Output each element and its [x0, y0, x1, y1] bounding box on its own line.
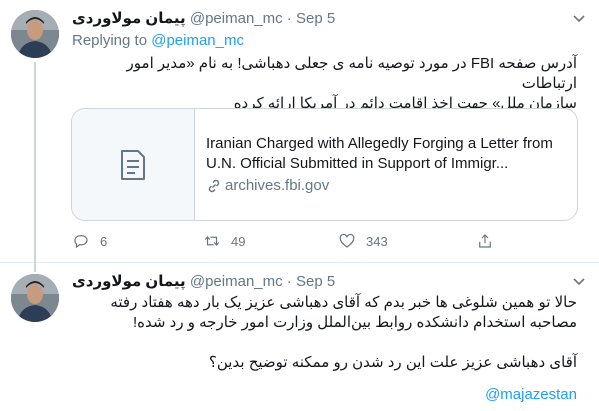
- card-thumbnail: [72, 109, 195, 220]
- heart-icon: [339, 233, 355, 248]
- avatar-image: [11, 274, 59, 322]
- retweet-button[interactable]: 49: [203, 232, 245, 250]
- handle[interactable]: @peiman_mc: [190, 10, 283, 27]
- reply-icon: [74, 235, 88, 249]
- link-icon: [208, 179, 220, 193]
- like-count: 343: [366, 233, 388, 249]
- replying-to: Replying to @peiman_mc: [72, 32, 244, 49]
- share-icon: [479, 234, 491, 248]
- card-domain-row: archives.fbi.gov: [206, 176, 567, 196]
- chevron-down-icon[interactable]: [571, 10, 587, 26]
- avatar[interactable]: [11, 10, 59, 58]
- chevron-down-icon[interactable]: [571, 273, 587, 289]
- separator-dot: ·: [286, 273, 292, 290]
- tweet-text-line: آدرس صفحه FBI در مورد توصیه نامه ی جعلی …: [126, 55, 577, 92]
- like-button[interactable]: 343: [338, 232, 388, 250]
- display-name[interactable]: پیمان مولاوردی: [72, 273, 186, 290]
- tweet[interactable]: پیمان مولاوردی @peiman_mc · Sep 5 حالا ت…: [0, 263, 599, 411]
- document-icon: [121, 149, 145, 180]
- tweet[interactable]: پیمان مولاوردی @peiman_mc · Sep 5 Replyi…: [0, 0, 599, 263]
- retweet-icon: [204, 235, 220, 247]
- mention-link[interactable]: @majazestan: [485, 386, 577, 403]
- timestamp[interactable]: Sep 5: [296, 10, 335, 27]
- tweet-actions: 6 49 343: [72, 232, 512, 252]
- avatar-image: [11, 10, 59, 58]
- tweet-text: حالا تو همین شلوغی ها خبر بدم که آقای ده…: [72, 293, 577, 373]
- tweet-header: پیمان مولاوردی @peiman_mc · Sep 5: [72, 10, 565, 28]
- display-name[interactable]: پیمان مولاوردی: [72, 10, 186, 27]
- replying-to-handle[interactable]: @peiman_mc: [151, 32, 244, 49]
- avatar[interactable]: [11, 274, 59, 322]
- timestamp[interactable]: Sep 5: [296, 273, 335, 290]
- retweet-count: 49: [231, 233, 246, 249]
- tweet-text-line: آقای دهباشی عزیز علت این رد شدن رو ممکنه…: [208, 354, 577, 371]
- tweet-text-line: مصاحبه استخدام دانشکده روابط بین‌الملل و…: [133, 314, 577, 331]
- tweet-header: پیمان مولاوردی @peiman_mc · Sep 5: [72, 273, 565, 291]
- separator-dot: ·: [286, 10, 292, 27]
- reply-count: 6: [100, 233, 108, 249]
- handle[interactable]: @peiman_mc: [190, 273, 283, 290]
- card-text: Iranian Charged with Allegedly Forging a…: [206, 134, 567, 196]
- replying-to-label: Replying to: [72, 32, 148, 49]
- tweet-text: آدرس صفحه FBI در مورد توصیه نامه ی جعلی …: [77, 54, 577, 114]
- card-domain: archives.fbi.gov: [225, 177, 330, 194]
- link-card[interactable]: Iranian Charged with Allegedly Forging a…: [71, 108, 578, 221]
- card-title: Iranian Charged with Allegedly Forging a…: [206, 135, 553, 172]
- thread-line: [34, 62, 36, 263]
- reply-button[interactable]: 6: [72, 232, 107, 250]
- thread-line: [34, 263, 36, 272]
- tweet-text-line: حالا تو همین شلوغی ها خبر بدم که آقای ده…: [110, 294, 577, 311]
- share-button[interactable]: [476, 232, 494, 250]
